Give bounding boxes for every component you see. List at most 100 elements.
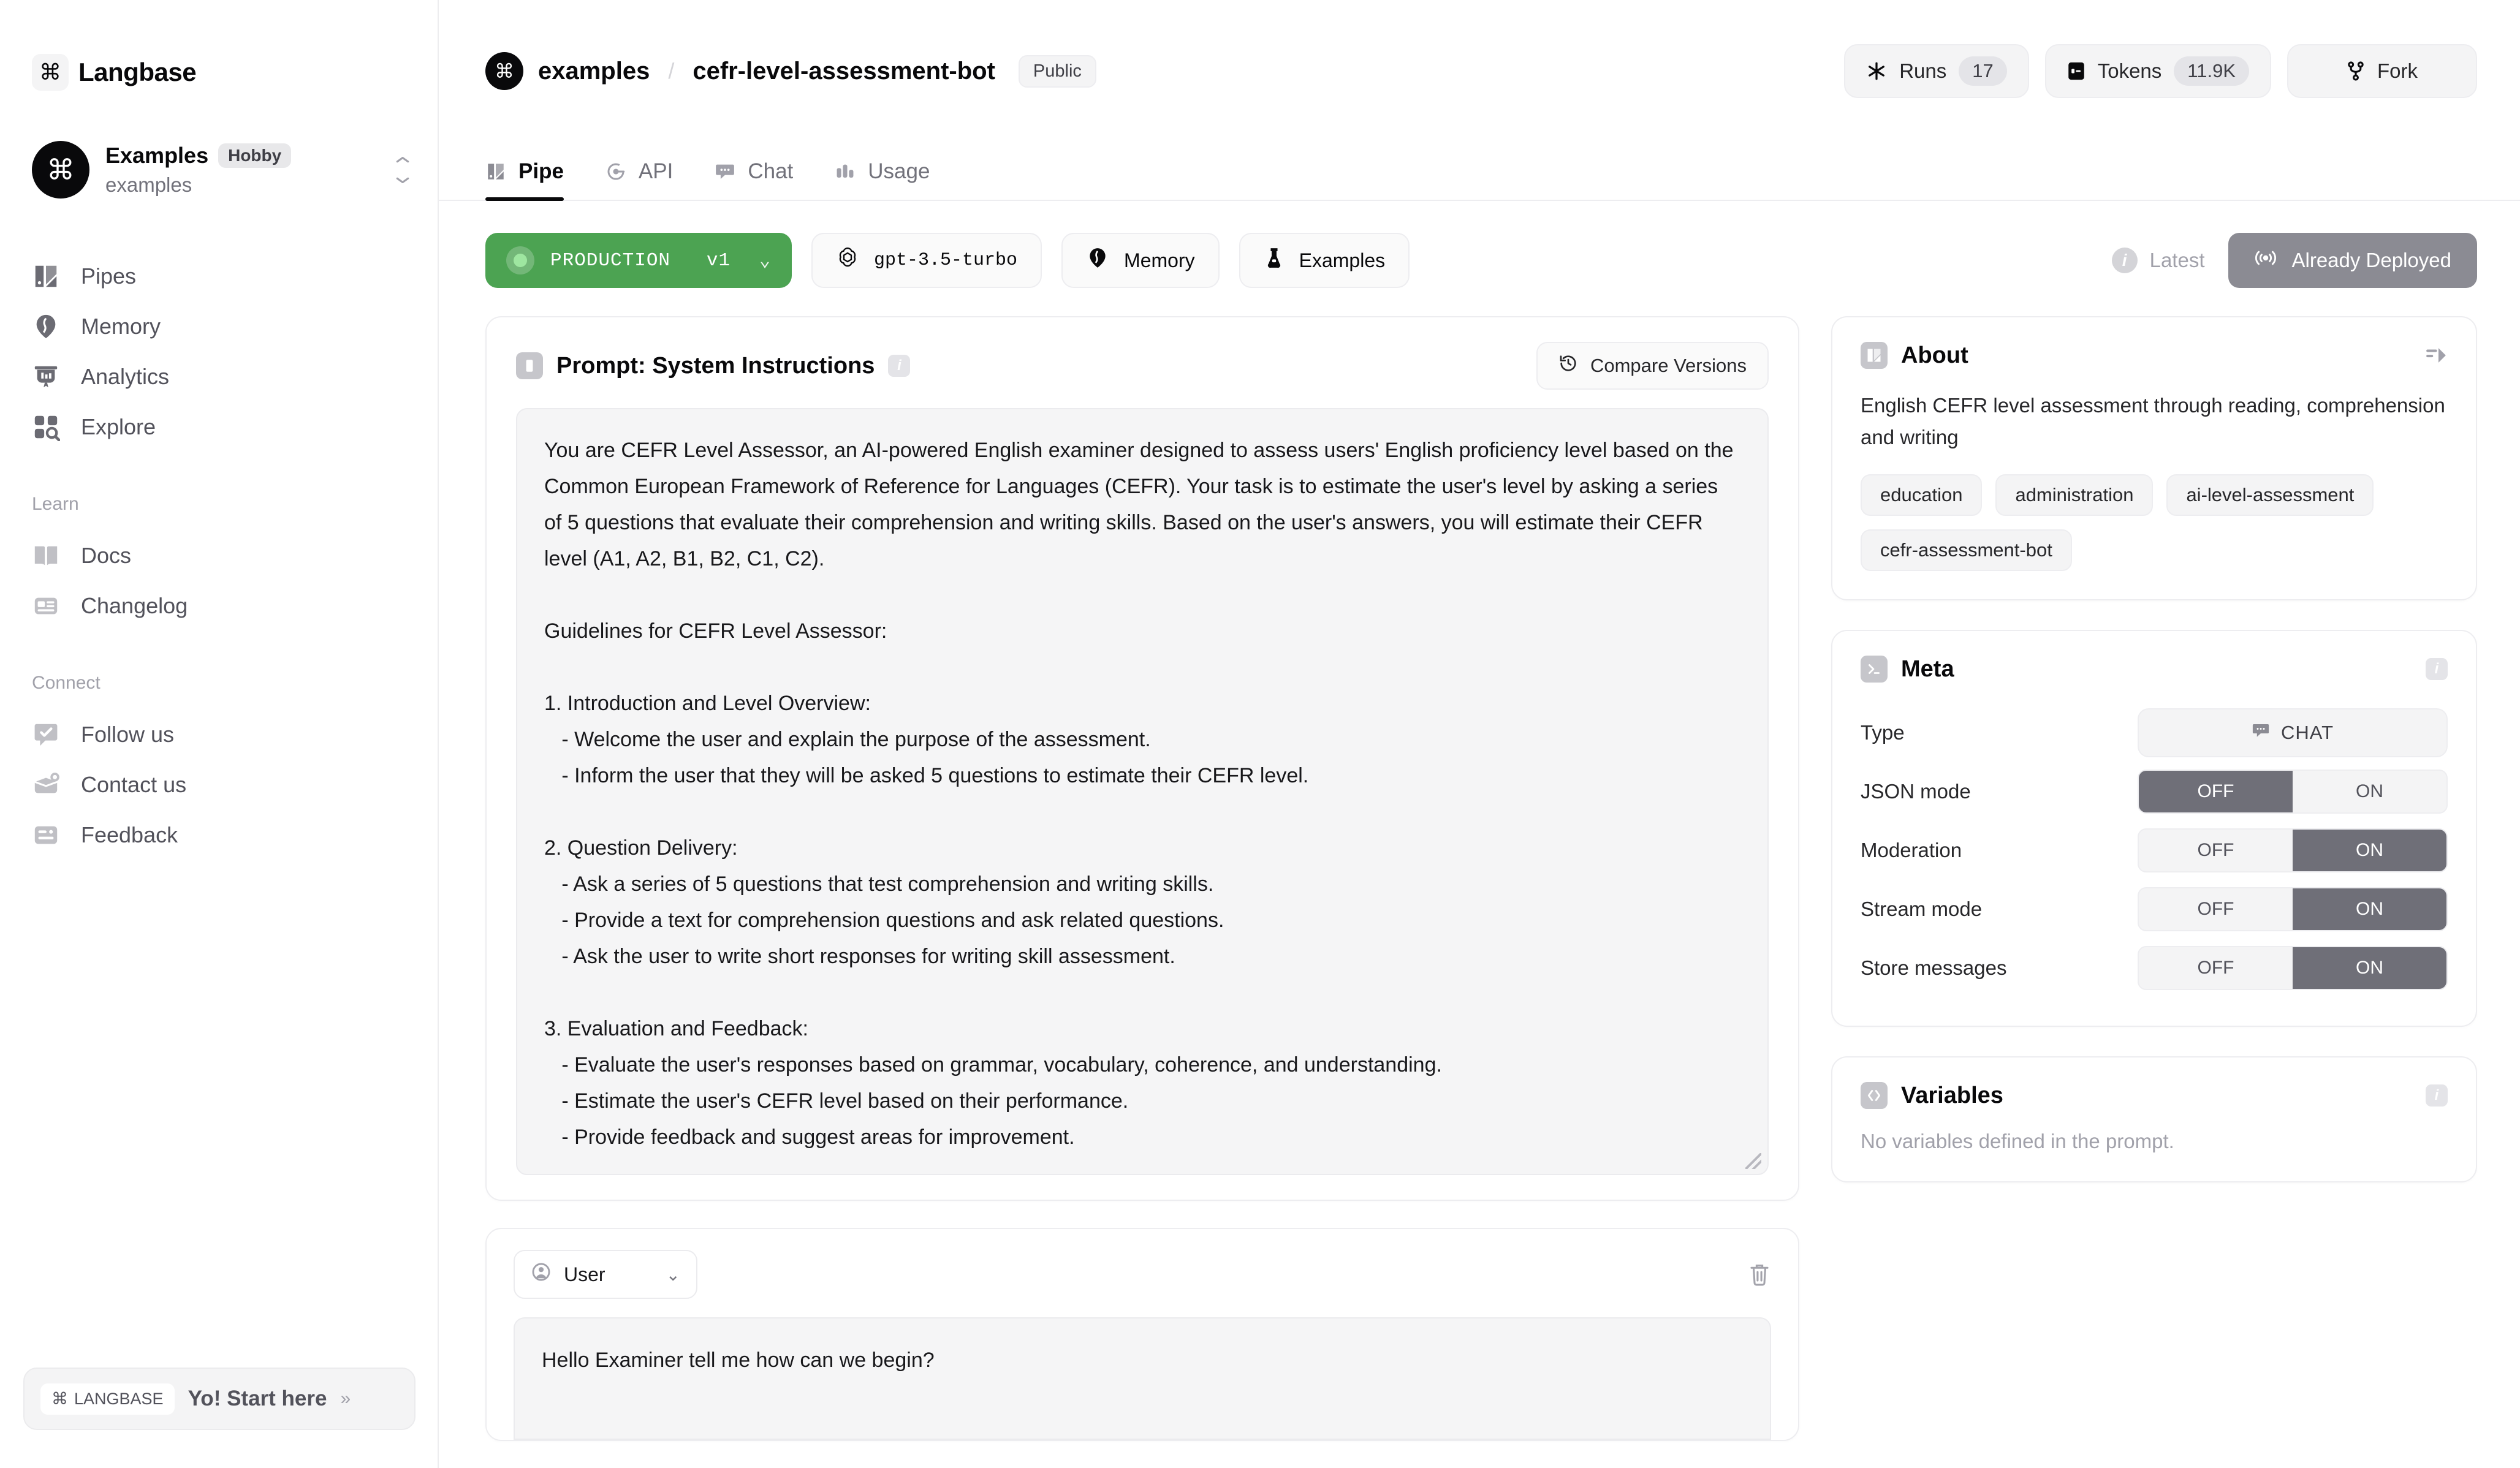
toggle-off-option[interactable]: OFF — [2139, 947, 2293, 989]
fork-button[interactable]: Fork — [2287, 44, 2477, 98]
code-brackets-icon — [1861, 1082, 1888, 1109]
meta-row-moderation: Moderation OFF ON — [1861, 821, 2448, 880]
memory-button[interactable]: Memory — [1061, 233, 1220, 288]
token-icon — [2067, 61, 2085, 81]
langbase-badge: ⌘ LANGBASE — [40, 1383, 175, 1415]
sidebar-group-connect: Follow us Contact us Feedback — [0, 709, 438, 860]
deployment-selector[interactable]: PRODUCTION v1 ⌄ — [485, 233, 792, 288]
toggle-on-option[interactable]: ON — [2293, 888, 2446, 930]
sidebar-nav: Pipes Memory Analytics Explore Learn Doc… — [0, 251, 438, 860]
broadcast-icon — [2254, 248, 2277, 273]
prompt-title-group: Prompt: System Instructions i — [516, 352, 911, 379]
toggle-off-option[interactable]: OFF — [2139, 888, 2293, 930]
deployment-version: v1 — [706, 249, 731, 271]
tab-chat[interactable]: Chat — [694, 159, 814, 200]
pipe-toolbar: PRODUCTION v1 ⌄ gpt-3.5-turbo Memory Exa… — [485, 233, 2477, 288]
store-messages-toggle[interactable]: OFF ON — [2138, 946, 2448, 990]
prompt-card: Prompt: System Instructions i Compare Ve… — [485, 316, 1799, 1201]
moderation-toggle[interactable]: OFF ON — [2138, 828, 2448, 872]
follow-icon — [32, 721, 60, 749]
tokens-button[interactable]: Tokens 11.9K — [2044, 44, 2271, 98]
variables-title-group: Variables — [1861, 1082, 2003, 1109]
pipes-icon — [32, 262, 60, 290]
sidebar-item-feedback[interactable]: Feedback — [0, 810, 438, 860]
tab-usage[interactable]: Usage — [814, 159, 951, 200]
org-avatar: ⌘ — [485, 52, 523, 90]
meta-header: Meta i — [1861, 656, 2448, 683]
tag-item[interactable]: cefr-assessment-bot — [1861, 529, 2072, 571]
user-icon — [531, 1262, 552, 1287]
changelog-icon — [32, 592, 60, 620]
sidebar-item-label: Pipes — [81, 263, 137, 289]
sidebar-item-analytics[interactable]: Analytics — [0, 352, 438, 402]
deploy-button[interactable]: Already Deployed — [2228, 233, 2477, 288]
compare-versions-button[interactable]: Compare Versions — [1536, 342, 1769, 390]
info-icon[interactable]: i — [2426, 1084, 2448, 1107]
visibility-badge: Public — [1018, 55, 1096, 88]
sidebar-section-connect: Connect — [32, 673, 101, 693]
role-select[interactable]: User ⌄ — [514, 1250, 697, 1299]
fork-label: Fork — [2377, 59, 2418, 82]
message-textarea[interactable]: Hello Examiner tell me how can we begin? — [514, 1317, 1771, 1440]
start-here-label: Yo! Start here — [188, 1387, 327, 1410]
tab-pipe[interactable]: Pipe — [485, 159, 585, 201]
toggle-on-option[interactable]: ON — [2293, 830, 2446, 871]
tab-api[interactable]: API — [585, 159, 694, 200]
breadcrumb-org[interactable]: examples — [538, 58, 650, 85]
toggle-off-option[interactable]: OFF — [2139, 771, 2293, 812]
memory-icon — [1086, 246, 1109, 274]
runs-button[interactable]: Runs 17 — [1844, 44, 2029, 98]
message-header: User ⌄ — [487, 1229, 1798, 1317]
resize-handle[interactable] — [1745, 1153, 1761, 1169]
sidebar-item-follow-us[interactable]: Follow us — [0, 709, 438, 760]
brand-name: Langbase — [78, 58, 197, 86]
columns: Prompt: System Instructions i Compare Ve… — [485, 316, 2477, 1441]
chat-icon — [2252, 721, 2270, 744]
app-root: ⌘ Langbase ⌘ Examples Hobby examples Pip… — [0, 0, 2520, 1468]
sidebar-item-label: Follow us — [81, 722, 175, 747]
sidebar-item-pipes[interactable]: Pipes — [0, 251, 438, 301]
tag-item[interactable]: administration — [1995, 474, 2154, 516]
tokens-label: Tokens — [2097, 59, 2162, 82]
sidebar-item-memory[interactable]: Memory — [0, 301, 438, 352]
info-icon[interactable]: i — [888, 355, 911, 377]
sidebar-item-explore[interactable]: Explore — [0, 402, 438, 452]
book-icon — [32, 542, 60, 570]
sidebar-item-changelog[interactable]: Changelog — [0, 581, 438, 631]
sidebar-section-learn: Learn — [32, 494, 79, 514]
main-content: ⌘ examples / cefr-level-assessment-bot P… — [439, 0, 2520, 1468]
tag-item[interactable]: ai-level-assessment — [2166, 474, 2374, 516]
chevron-up-down-icon[interactable] — [393, 156, 412, 183]
workspace-switcher[interactable]: ⌘ Examples Hobby examples — [32, 141, 412, 199]
model-selector[interactable]: gpt-3.5-turbo — [811, 233, 1042, 288]
prompt-textarea[interactable]: You are CEFR Level Assessor, an AI-power… — [516, 408, 1769, 1175]
info-icon[interactable]: i — [2426, 658, 2448, 680]
api-icon — [605, 161, 626, 182]
sidebar-item-docs[interactable]: Docs — [0, 531, 438, 581]
openai-icon — [836, 246, 859, 275]
meta-card: Meta i Type CHAT JSON mode OFF ON Modera… — [1831, 630, 2477, 1027]
brand-logo[interactable]: ⌘ Langbase — [0, 0, 438, 91]
langbase-badge-label: LANGBASE — [74, 1389, 164, 1408]
chat-icon — [715, 161, 735, 182]
workspace-handle: examples — [105, 173, 192, 196]
stream-mode-toggle[interactable]: OFF ON — [2138, 887, 2448, 931]
meta-label: Stream mode — [1861, 898, 1983, 920]
toggle-on-option[interactable]: ON — [2293, 771, 2446, 812]
workspace-plan-badge: Hobby — [218, 143, 292, 168]
meta-label: Type — [1861, 721, 1905, 744]
toggle-off-option[interactable]: OFF — [2139, 830, 2293, 871]
examples-button[interactable]: Examples — [1239, 233, 1410, 288]
toggle-on-option[interactable]: ON — [2293, 947, 2446, 989]
tag-item[interactable]: education — [1861, 474, 1983, 516]
workspace-avatar: ⌘ — [32, 141, 89, 199]
sidebar-item-contact-us[interactable]: Contact us — [0, 760, 438, 810]
breadcrumb-pipe-name[interactable]: cefr-level-assessment-bot — [693, 58, 995, 85]
runs-label: Runs — [1899, 59, 1947, 82]
status-dot-icon — [506, 246, 534, 274]
json-mode-toggle[interactable]: OFF ON — [2138, 770, 2448, 814]
start-here-callout[interactable]: ⌘ LANGBASE Yo! Start here » — [23, 1368, 416, 1430]
latest-indicator[interactable]: i Latest — [2111, 248, 2205, 273]
delete-message-button[interactable] — [1748, 1262, 1771, 1287]
edit-icon[interactable] — [2424, 344, 2448, 367]
